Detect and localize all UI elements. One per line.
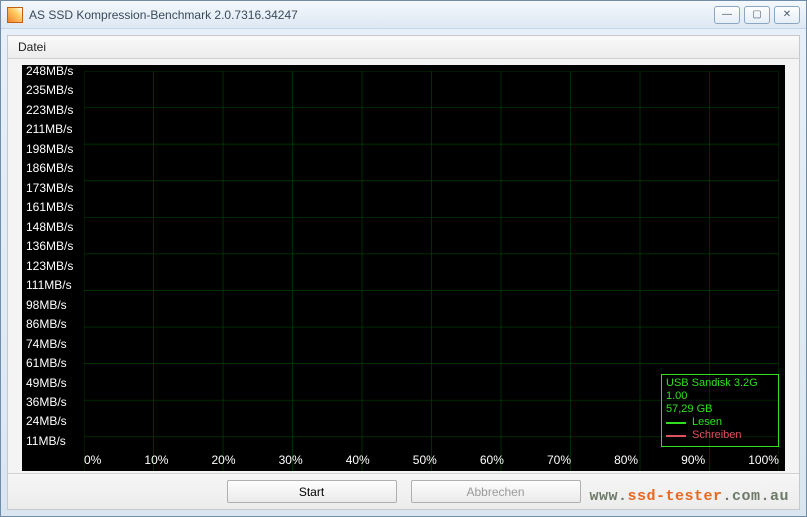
- y-tick: 235MB/s: [26, 84, 82, 96]
- legend-capacity: 57,29 GB: [666, 403, 774, 416]
- y-tick: 136MB/s: [26, 240, 82, 252]
- y-tick: 123MB/s: [26, 260, 82, 272]
- x-tick: 90%: [681, 453, 705, 467]
- y-tick: 49MB/s: [26, 377, 82, 389]
- minimize-button[interactable]: —: [714, 6, 740, 24]
- y-tick: 74MB/s: [26, 338, 82, 350]
- x-tick: 100%: [748, 453, 779, 467]
- y-tick: 61MB/s: [26, 357, 82, 369]
- y-tick: 211MB/s: [26, 123, 82, 135]
- legend-read-row: Lesen: [666, 416, 774, 429]
- legend-read-dash: [666, 422, 686, 424]
- y-tick: 36MB/s: [26, 396, 82, 408]
- window-title: AS SSD Kompression-Benchmark 2.0.7316.34…: [29, 8, 714, 22]
- y-tick: 24MB/s: [26, 415, 82, 427]
- legend-device: USB Sandisk 3.2G: [666, 377, 774, 390]
- y-tick: 148MB/s: [26, 221, 82, 233]
- legend-write-dash: [666, 435, 686, 437]
- y-tick: 198MB/s: [26, 143, 82, 155]
- legend-firmware: 1.00: [666, 390, 774, 403]
- y-tick: 223MB/s: [26, 104, 82, 116]
- watermark-p2: ssd-tester: [627, 488, 722, 505]
- maximize-button[interactable]: ▢: [744, 6, 770, 24]
- y-tick: 248MB/s: [26, 65, 82, 77]
- y-axis-labels: 248MB/s 235MB/s 223MB/s 211MB/s 198MB/s 186MB…: [26, 65, 82, 447]
- x-tick: 0%: [84, 453, 101, 467]
- y-tick: 111MB/s: [26, 279, 82, 291]
- window: AS SSD Kompression-Benchmark 2.0.7316.34…: [0, 0, 807, 517]
- chart-container: 248MB/s 235MB/s 223MB/s 211MB/s 198MB/s 186MB…: [8, 59, 799, 473]
- watermark-p3: .com.au: [722, 488, 789, 505]
- x-axis-labels: 0% 10% 20% 30% 40% 50% 60% 70% 80% 90% 100%: [84, 453, 779, 467]
- x-tick: 40%: [346, 453, 370, 467]
- cancel-button[interactable]: Abbrechen: [411, 480, 581, 503]
- start-button[interactable]: Start: [227, 480, 397, 503]
- watermark: www.ssd-tester.com.au: [589, 488, 789, 505]
- y-tick: 11MB/s: [26, 435, 82, 447]
- window-controls: — ▢ ✕: [714, 6, 800, 24]
- x-tick: 20%: [212, 453, 236, 467]
- x-tick: 80%: [614, 453, 638, 467]
- x-tick: 50%: [413, 453, 437, 467]
- menu-file[interactable]: Datei: [18, 40, 46, 54]
- bottom-bar: Start Abbrechen www.ssd-tester.com.au: [8, 473, 799, 509]
- x-tick: 60%: [480, 453, 504, 467]
- legend-read-label: Lesen: [692, 416, 722, 429]
- titlebar: AS SSD Kompression-Benchmark 2.0.7316.34…: [1, 1, 806, 29]
- y-tick: 86MB/s: [26, 318, 82, 330]
- y-tick: 173MB/s: [26, 182, 82, 194]
- legend: USB Sandisk 3.2G 1.00 57,29 GB Lesen Sch…: [661, 374, 779, 447]
- x-tick: 30%: [279, 453, 303, 467]
- watermark-p1: www.: [589, 488, 627, 505]
- legend-write-row: Schreiben: [666, 429, 774, 442]
- client-area: Datei 248MB/s 235MB/s 223MB/s 211MB/s 198MB/…: [7, 35, 800, 510]
- x-tick: 10%: [144, 453, 168, 467]
- close-button[interactable]: ✕: [774, 6, 800, 24]
- menubar: Datei: [8, 36, 799, 59]
- y-tick: 186MB/s: [26, 162, 82, 174]
- x-tick: 70%: [547, 453, 571, 467]
- app-icon: [7, 7, 23, 23]
- y-tick: 98MB/s: [26, 299, 82, 311]
- chart-area: 248MB/s 235MB/s 223MB/s 211MB/s 198MB/s 186MB…: [22, 65, 785, 471]
- legend-write-label: Schreiben: [692, 429, 742, 442]
- y-tick: 161MB/s: [26, 201, 82, 213]
